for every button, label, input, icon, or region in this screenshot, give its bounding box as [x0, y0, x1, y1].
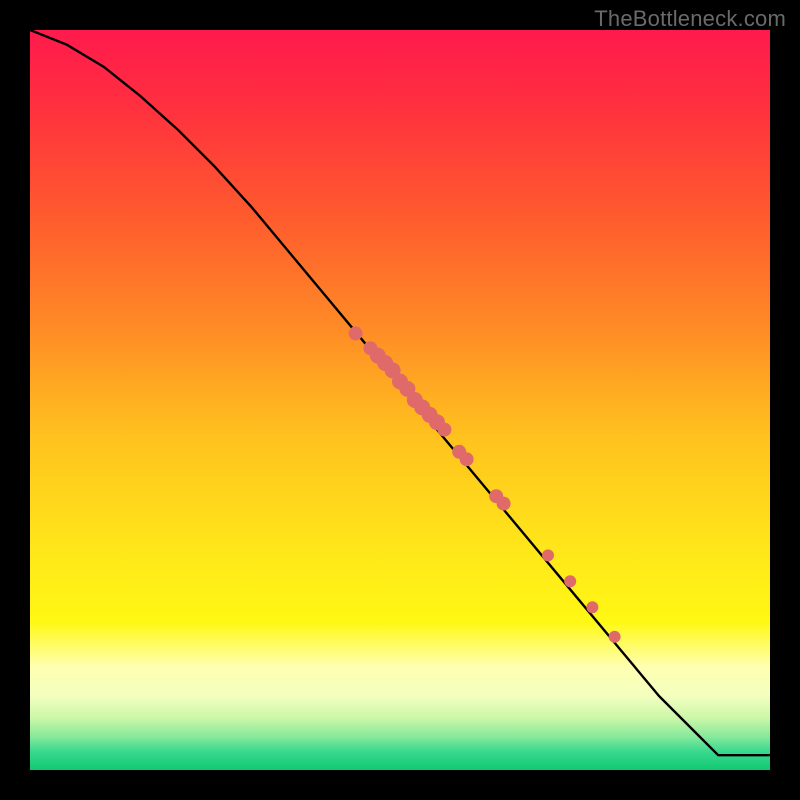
background-gradient [30, 30, 770, 770]
watermark-text: TheBottleneck.com [594, 6, 786, 32]
chart-frame: TheBottleneck.com [0, 0, 800, 800]
plot-area [30, 30, 770, 770]
